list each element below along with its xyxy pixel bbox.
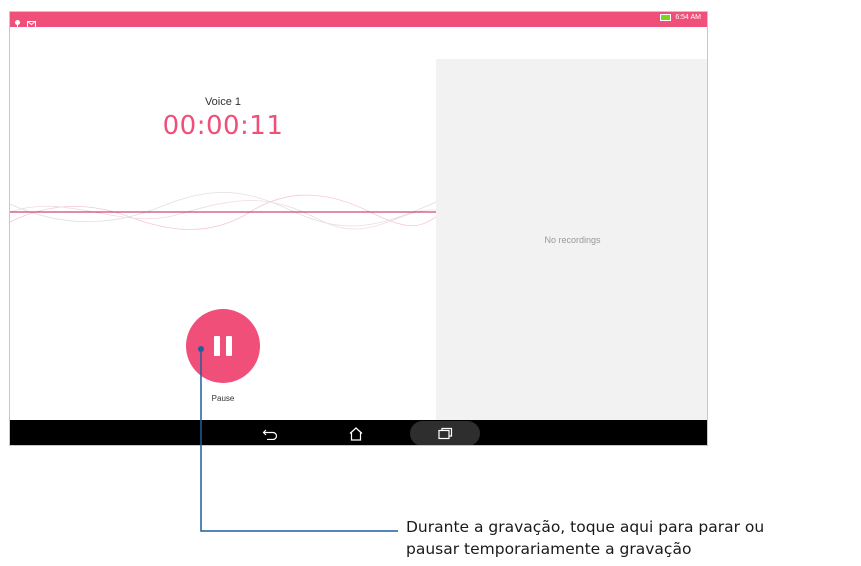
pause-button[interactable] (186, 309, 260, 383)
status-time: 6:54 AM (675, 14, 701, 21)
home-icon (349, 426, 363, 441)
recording-name: Voice 1 (204, 96, 242, 108)
empty-recordings-text: No recordings (544, 235, 601, 245)
callout-text: Durante a gravação, toque aqui para para… (406, 518, 765, 558)
pause-label: Pause (211, 394, 235, 403)
back-button[interactable] (250, 420, 290, 445)
status-icons-right: 6:54 AM (660, 14, 701, 21)
waveform-curve (10, 191, 436, 227)
recording-timer: 00:00:11 (162, 111, 284, 141)
navigation-bar (10, 420, 707, 445)
recordings-panel: No recordings (436, 59, 707, 420)
recorder-main: Voice 1 00:00:11 Pause (10, 27, 436, 420)
battery-charging-icon (660, 14, 672, 21)
waveform (10, 191, 436, 230)
home-button[interactable] (336, 420, 376, 445)
tablet-screen: 6:54 AM Voice 1 00:00:11 Pause No record… (9, 11, 708, 446)
back-icon (262, 429, 278, 440)
status-bar: 6:54 AM (10, 12, 707, 28)
recents-icon (438, 427, 453, 440)
recents-button[interactable] (425, 420, 465, 445)
pause-icon (226, 336, 232, 356)
pause-icon (214, 336, 220, 356)
